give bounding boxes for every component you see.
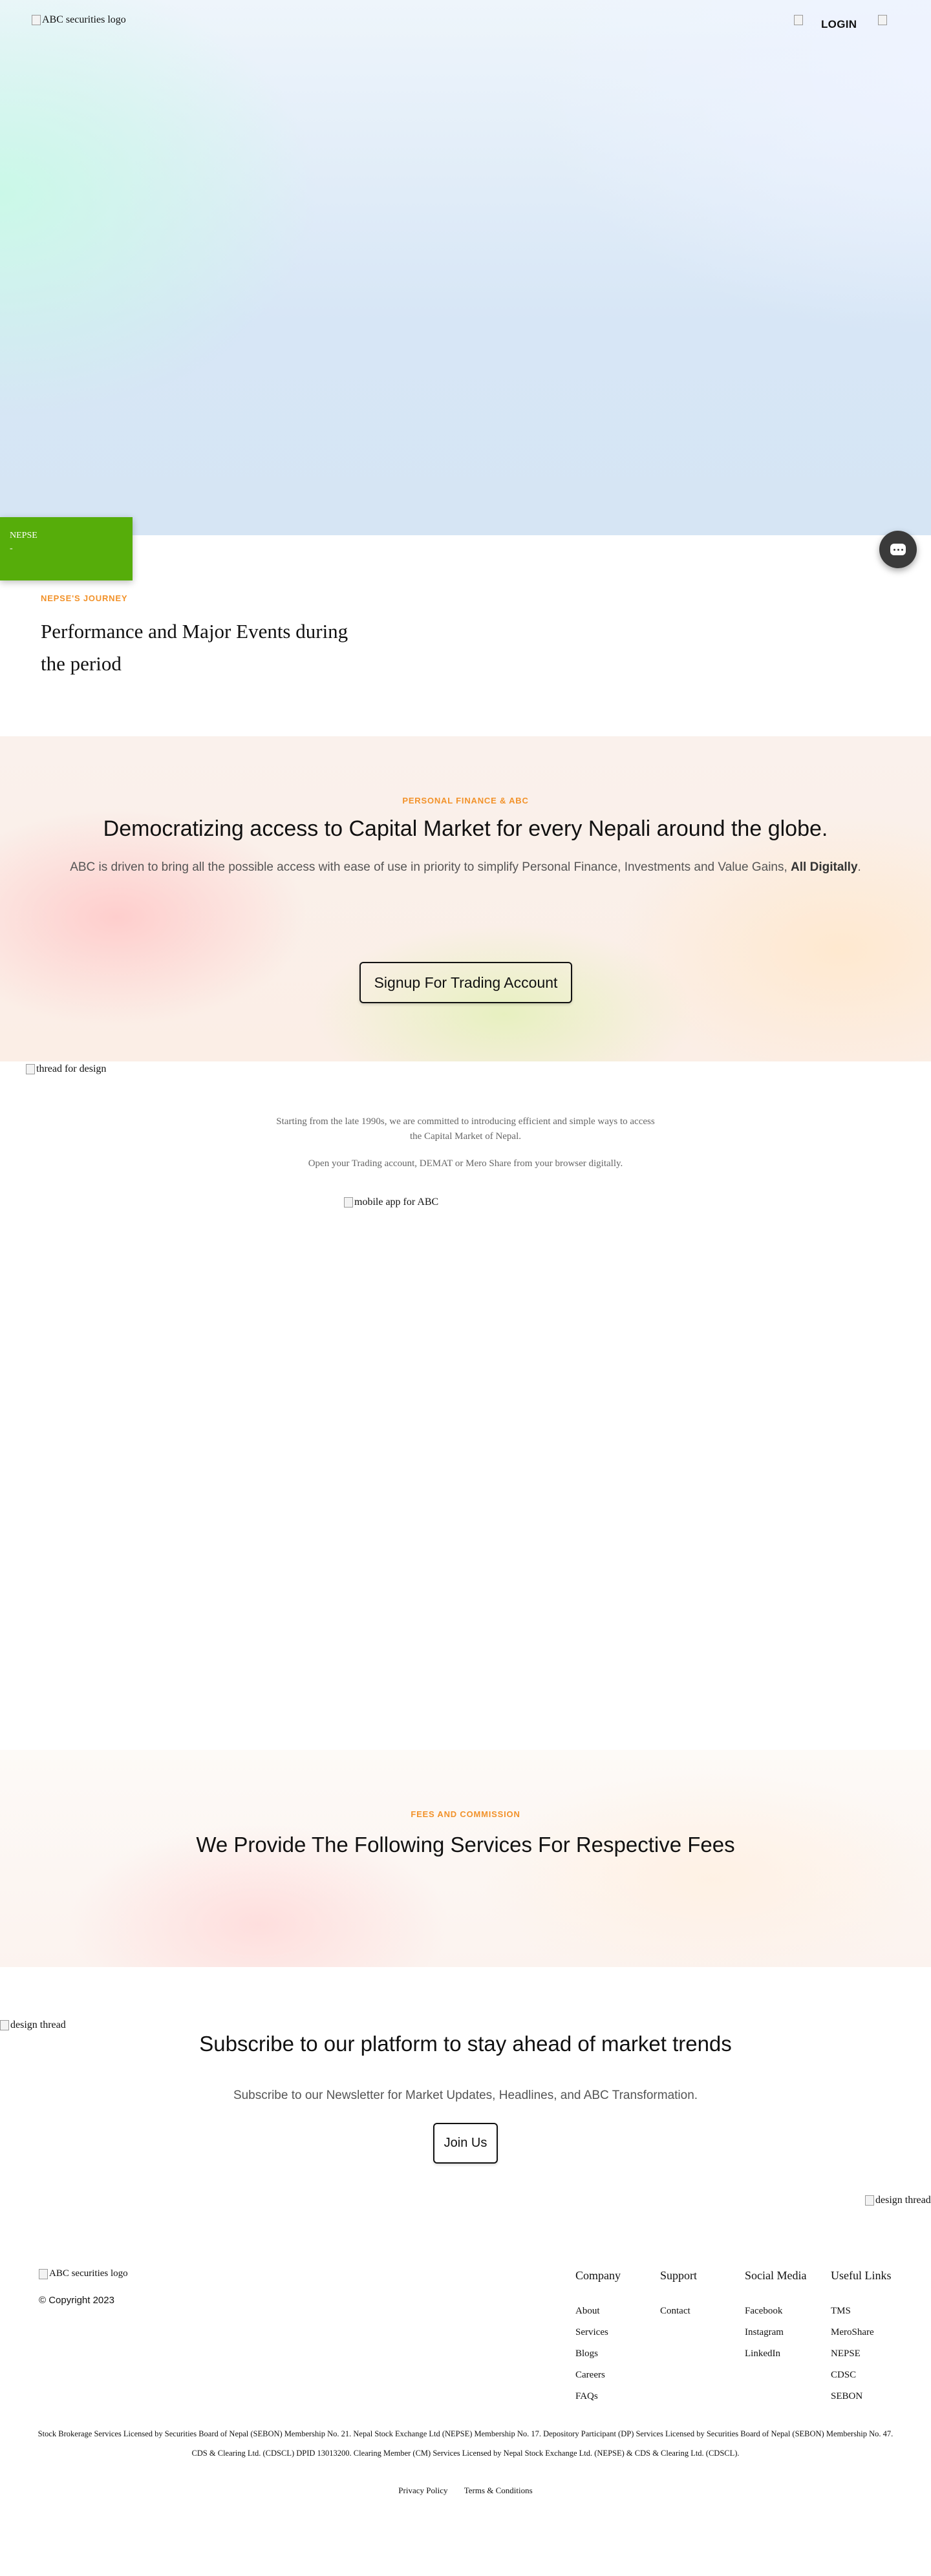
broken-image-icon xyxy=(865,2195,874,2206)
journey-eyebrow: NEPSE'S JOURNEY xyxy=(41,593,128,603)
mobile-app-image: mobile app for ABC xyxy=(344,1197,438,1208)
logo-alt-text: ABC securities logo xyxy=(49,2268,128,2279)
header-icon[interactable] xyxy=(794,14,811,32)
footer-link-sebon[interactable]: SEBON xyxy=(831,2386,892,2407)
logo-alt-text: ABC securities logo xyxy=(42,14,126,25)
login-link[interactable]: LOGIN xyxy=(821,18,857,31)
intro-paragraph: Starting from the late 1990s, we are com… xyxy=(276,1116,655,1142)
copyright-text: © Copyright 2023 xyxy=(39,2295,114,2306)
broken-image-icon xyxy=(0,2020,9,2030)
personal-finance-description: ABC is driven to bring all the possible … xyxy=(0,860,931,875)
footer-link-careers[interactable]: Careers xyxy=(575,2365,621,2386)
design-thread-image: thread for design xyxy=(26,1063,106,1075)
design-thread-image: design thread xyxy=(865,2195,931,2206)
footer-column-company: Company About Services Blogs Careers FAQ… xyxy=(575,2269,621,2407)
thread-alt-text: design thread xyxy=(10,2019,66,2030)
broken-image-icon xyxy=(39,2269,48,2279)
nepse-index-ticker[interactable]: NEPSE - xyxy=(0,517,133,580)
footer-link-cdsc[interactable]: CDSC xyxy=(831,2365,892,2386)
license-disclaimer: Stock Brokerage Services Licensed by Sec… xyxy=(37,2429,894,2458)
footer-link-facebook[interactable]: Facebook xyxy=(745,2301,806,2322)
footer-column-useful-links: Useful Links TMS MeroShare NEPSE CDSC SE… xyxy=(831,2269,892,2407)
personal-finance-section xyxy=(0,736,931,1061)
thread-alt-text: thread for design xyxy=(36,1063,107,1074)
footer-column-support: Support Contact xyxy=(660,2269,697,2322)
thread-alt-text: design thread xyxy=(875,2195,931,2206)
footer-column-social-media: Social Media Facebook Instagram LinkedIn xyxy=(745,2269,806,2365)
footer-link-instagram[interactable]: Instagram xyxy=(745,2322,806,2343)
subscribe-title: Subscribe to our platform to stay ahead … xyxy=(199,2032,732,2056)
footer-heading: Social Media xyxy=(745,2269,807,2282)
abc-securities-logo[interactable]: ABC securities logo xyxy=(32,14,126,26)
broken-image-icon xyxy=(32,15,41,25)
footer-heading: Useful Links xyxy=(831,2269,892,2282)
policy-links: Privacy Policy Terms & Conditions xyxy=(0,2486,931,2496)
footer-link-faqs[interactable]: FAQs xyxy=(575,2386,621,2407)
fees-title: We Provide The Following Services For Re… xyxy=(196,1833,735,1857)
chat-button[interactable] xyxy=(879,531,917,568)
description-end: . xyxy=(857,860,861,874)
privacy-policy-link[interactable]: Privacy Policy xyxy=(398,2486,447,2495)
broken-image-icon xyxy=(878,15,887,25)
description-emphasis: All Digitally xyxy=(791,860,858,874)
footer-link-services[interactable]: Services xyxy=(575,2322,621,2343)
footer-logo[interactable]: ABC securities logo xyxy=(39,2268,128,2279)
hero-section xyxy=(0,0,931,535)
footer-link-nepse[interactable]: NEPSE xyxy=(831,2343,892,2365)
language-icon[interactable] xyxy=(878,14,897,32)
description-text: ABC is driven to bring all the possible … xyxy=(70,860,787,874)
mobile-app-alt-text: mobile app for ABC xyxy=(354,1197,439,1208)
footer-link-contact[interactable]: Contact xyxy=(660,2301,697,2322)
broken-image-icon xyxy=(794,15,803,25)
personal-finance-title: Democratizing access to Capital Market f… xyxy=(103,816,828,841)
footer-link-blogs[interactable]: Blogs xyxy=(575,2343,621,2365)
intro-paragraph-digital: Open your Trading account, DEMAT or Mero… xyxy=(308,1158,623,1169)
subscribe-description: Subscribe to our Newsletter for Market U… xyxy=(233,2089,698,2102)
footer-heading: Support xyxy=(660,2269,698,2282)
footer-link-about[interactable]: About xyxy=(575,2301,621,2322)
fees-eyebrow: FEES AND COMMISSION xyxy=(411,1809,520,1819)
broken-image-icon xyxy=(344,1197,353,1208)
footer-link-linkedin[interactable]: LinkedIn xyxy=(745,2343,806,2365)
nepse-value: - xyxy=(10,543,13,553)
signup-trading-account-button[interactable]: Signup For Trading Account xyxy=(359,962,572,1003)
chat-icon xyxy=(890,544,906,555)
broken-image-icon xyxy=(26,1064,35,1074)
journey-title: Performance and Major Events during the … xyxy=(41,620,348,675)
fees-section xyxy=(0,1750,931,1967)
personal-finance-eyebrow: PERSONAL FINANCE & ABC xyxy=(402,796,529,805)
footer-link-tms[interactable]: TMS xyxy=(831,2301,892,2322)
footer-heading: Company xyxy=(575,2269,621,2282)
terms-conditions-link[interactable]: Terms & Conditions xyxy=(464,2486,533,2495)
join-us-button[interactable]: Join Us xyxy=(433,2123,498,2164)
design-thread-image: design thread xyxy=(0,2019,66,2031)
nepse-label: NEPSE xyxy=(10,531,37,540)
footer-link-meroshare[interactable]: MeroShare xyxy=(831,2322,892,2343)
